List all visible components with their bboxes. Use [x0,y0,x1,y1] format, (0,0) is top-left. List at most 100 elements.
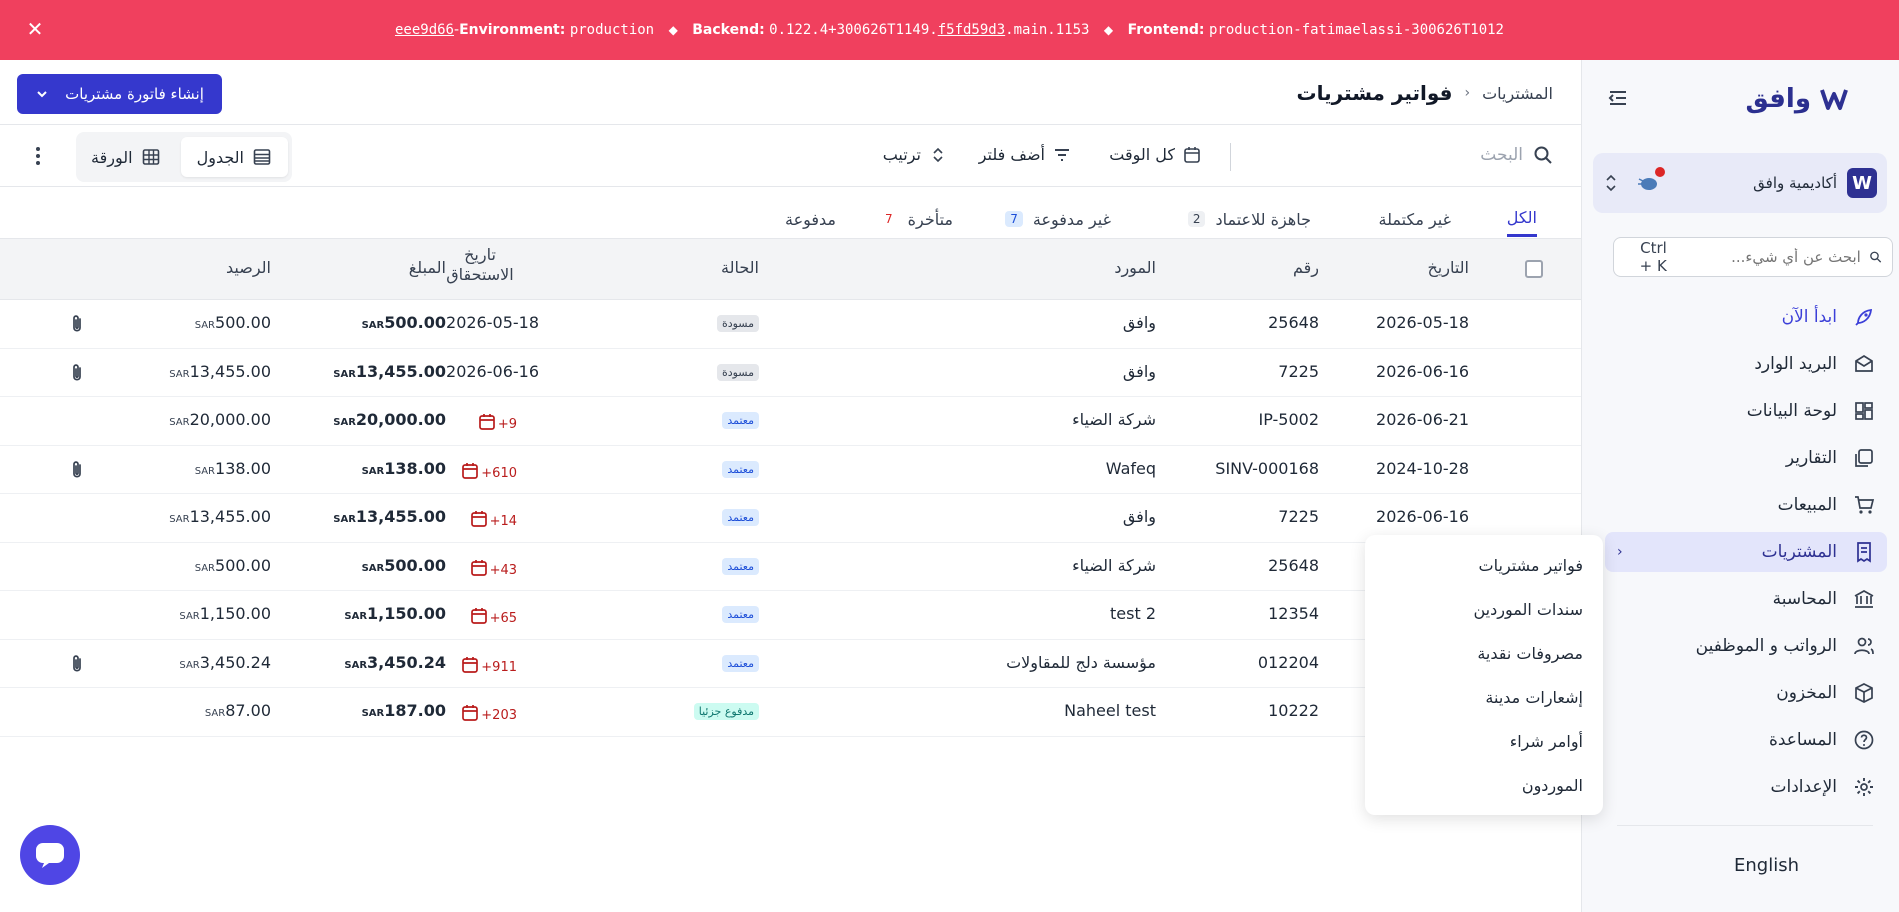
sidebar-item-get-started[interactable]: ابدأ الآن [1605,297,1887,337]
collapse-sidebar-icon[interactable] [1606,86,1630,110]
sidebar-item-help[interactable]: المساعدة [1605,720,1887,760]
sidebar-divider [1617,825,1873,826]
attachment-icon[interactable] [68,313,86,335]
sidebar-item-settings[interactable]: الإعدادات [1605,767,1887,807]
language-switcher[interactable]: English [1734,855,1799,876]
cell-supplier: مؤسسة دلج للمقاولات [1006,652,1156,672]
table-row[interactable]: 2026-06-16 7225 وافق معتمد +14 SAR13,455.00 SA… [0,494,1581,543]
submenu-item-debit-notes[interactable]: إشعارات مدينة [1365,675,1603,719]
column-header-amount[interactable]: المبلغ [409,258,446,277]
tab-paid[interactable]: مدفوعة [785,201,836,237]
cell-date: 2026-06-16 [1376,361,1469,381]
help-icon [1854,730,1874,750]
submenu-item-purchase-invoices[interactable]: فواتير مشتريات [1365,543,1603,587]
attachment-icon[interactable] [68,362,86,384]
more-options-icon[interactable] [28,144,48,168]
sidebar-item-reports[interactable]: التقارير [1605,438,1887,478]
calendar-overdue-icon [462,705,479,721]
banner-backend-label: Backend: [692,22,765,38]
attachment-icon[interactable] [68,459,86,481]
table-row[interactable]: 2026-05-18 25648 وافق مسودة 2026-05-18 SAR500… [0,300,1581,349]
tab-incomplete[interactable]: غير مكتملة [1379,201,1451,237]
balance-value: 138.00 [215,458,271,478]
cell-amount: SAR20,000.00 [330,410,446,429]
cell-number: SINV-000168 [1215,458,1319,478]
sidebar-item-sales[interactable]: المبيعات [1605,485,1887,525]
sidebar-item-accounting[interactable]: المحاسبة [1605,579,1887,619]
submenu-item-supplier-payments[interactable]: سندات الموردين [1365,587,1603,631]
table-row[interactable]: 2024-10-28 SINV-000168 Wafeq معتمد +610 SAR13… [0,446,1581,494]
reports-icon [1855,449,1873,467]
cell-amount: SAR13,455.00 [330,362,446,381]
breadcrumb-purchases-link[interactable]: المشتريات [1482,84,1553,103]
table-row[interactable]: 10222 Naheel test مدفوع جزئيا +203 SAR187.00… [0,688,1581,737]
gear-icon [1855,778,1873,796]
column-header-balance[interactable]: الرصيد [226,258,271,277]
balance-value: 13,455.00 [189,361,271,381]
amount-value: 500.00 [384,555,446,575]
close-banner-button[interactable]: ✕ [24,18,46,40]
sheet-view-button[interactable]: الورقة [75,137,177,177]
sort-button[interactable]: ترتيب [883,145,947,164]
sidebar-item-dashboard[interactable]: لوحة البيانات [1605,391,1887,431]
box-icon [1855,683,1873,703]
sidebar-item-label: البريد الوارد [1754,354,1837,374]
organization-switcher[interactable]: W أكاديمية وافق [1593,153,1887,213]
invoices-table: التاريخ رقم المورد الحالة تاريخ الاستحقا… [0,239,1581,737]
tab-label: مدفوعة [784,209,836,229]
global-search-input[interactable] [1666,248,1861,266]
submenu-item-cash-expenses[interactable]: مصروفات نقدية [1365,631,1603,675]
sidebar-item-label: المخزون [1776,683,1837,703]
column-header-supplier[interactable]: المورد [1114,258,1156,277]
overdue-indicator: +911 [461,650,517,675]
currency-code: SAR [194,465,216,477]
overdue-days: +14 [489,514,517,529]
cell-balance: SAR500.00 [192,556,271,575]
tab-unpaid[interactable]: غير مدفوعة 7 [1005,201,1111,237]
column-header-due-date[interactable]: تاريخ الاستحقاق [440,245,520,285]
table-search[interactable]: البحث [1480,145,1553,165]
tab-label: متأخرة [907,209,953,229]
rocket-icon [1855,308,1873,326]
column-header-date[interactable]: التاريخ [1427,258,1469,277]
currency-code: SAR [344,611,368,622]
sidebar-item-inventory[interactable]: المخزون [1605,673,1887,713]
period-filter-button[interactable]: كل الوقت [1109,145,1201,164]
table-row[interactable]: 2026-06-21 IP-5002 شركة الضياء معتمد +9 SAR20… [0,397,1581,446]
select-all-checkbox[interactable] [1525,260,1543,278]
sidebar-item-payroll[interactable]: الرواتب و الموظفين [1605,626,1887,666]
attachment-icon[interactable] [68,653,86,675]
tab-overdue[interactable]: متأخرة 7 [880,201,953,237]
table-row[interactable]: 12354 test 2 معتمد +65 SAR1,150.00 SAR1,150.0… [0,591,1581,640]
sidebar-item-purchases[interactable]: المشتريات ‹ [1605,532,1887,572]
cell-supplier: Naheel test [1064,701,1156,720]
overdue-indicator: +9 [478,407,517,432]
table-row[interactable]: 012204 مؤسسة دلج للمقاولات معتمد +911 SAR3,4… [0,640,1581,688]
brand-logo[interactable]: وافق [1745,84,1849,114]
cart-icon [1855,496,1875,514]
global-search[interactable]: Ctrl + K [1613,237,1893,277]
support-chat-button[interactable] [20,825,80,885]
tab-all[interactable]: الكل [1506,201,1537,237]
add-filter-button[interactable]: أضف فلتر [979,145,1071,164]
banner-frontend-label: Frontend: [1127,22,1205,38]
table-view-button[interactable]: الجدول [180,137,288,177]
submenu-item-suppliers[interactable]: الموردون [1365,763,1603,807]
table-row[interactable]: 25648 شركة الضياء معتمد +43 SAR500.00 SAR500.… [0,543,1581,591]
sidebar-item-inbox[interactable]: البريد الوارد [1605,344,1887,384]
currency-code: SAR [169,514,190,525]
tab-ready-for-approval[interactable]: جاهزة للاعتماد 2 [1187,201,1311,237]
column-header-status[interactable]: الحالة [721,258,759,277]
status-badge: معتمد [722,654,759,672]
overdue-days: +911 [481,659,517,675]
column-header-number[interactable]: رقم [1293,258,1319,277]
cell-supplier: شركة الضياء [1072,555,1156,575]
table-row[interactable]: 2026-06-16 7225 وافق مسودة 2026-06-16 SAR13,4… [0,349,1581,397]
chevron-updown-icon [1606,174,1616,192]
sheet-view-label: الورقة [91,147,133,167]
create-purchase-invoice-button[interactable]: إنشاء فاتورة مشتريات [17,74,222,114]
currency-code: SAR [179,611,200,622]
banner-commit-hash[interactable]: eee9d66 [395,22,454,38]
submenu-item-purchase-orders[interactable]: أوامر شراء [1365,719,1603,763]
banner-backend-hash[interactable]: f5fd59d3 [938,22,1005,38]
